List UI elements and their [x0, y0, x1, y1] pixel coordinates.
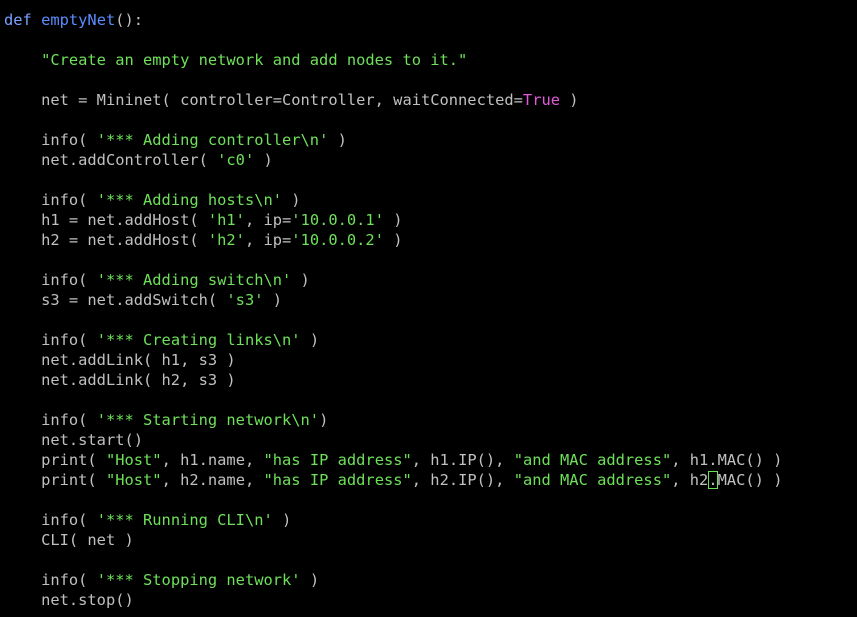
code-text: h2 = net.addHost( [41, 231, 208, 249]
docstring: "Create an empty network and add nodes t… [41, 51, 468, 69]
string-literal: "and MAC address" [513, 451, 672, 469]
text-cursor[interactable]: . [708, 471, 718, 489]
code-text: print( [41, 451, 106, 469]
code-text: info( [41, 131, 97, 149]
code-text: info( [41, 271, 97, 289]
code-text: info( [41, 331, 97, 349]
string-literal: '*** Adding switch\n' [96, 271, 292, 289]
code-text: ) [272, 511, 292, 529]
code-line-add-controller: net.addController( 'c0' ) [4, 150, 273, 170]
code-text: , h2.name, [161, 471, 264, 489]
code-text: h1 = net.addHost( [41, 211, 208, 229]
code-line-add-link-h1: net.addLink( h1, s3 ) [4, 350, 236, 370]
code-text: ) [291, 271, 310, 289]
code-text: net.addLink( h1, s3 ) [41, 351, 236, 369]
code-text: MAC() ) [717, 471, 783, 489]
code-text: ) [263, 291, 283, 309]
code-text: print( [41, 471, 106, 489]
code-text: , ip= [244, 211, 292, 229]
code-line-info-starting: info( '*** Starting network\n') [4, 410, 328, 430]
code-line-info-stopping: info( '*** Stopping network' ) [4, 570, 319, 590]
code-text: s3 = net.addSwitch( [41, 291, 227, 309]
code-line-docstring: "Create an empty network and add nodes t… [4, 50, 467, 70]
code-line-print-h2: print( "Host", h2.name, "has IP address"… [4, 470, 782, 490]
code-line-add-link-h2: net.addLink( h2, s3 ) [4, 370, 236, 390]
code-text: info( [41, 191, 97, 209]
code-text: ) [319, 411, 329, 429]
code-line-def: def emptyNet(): [4, 10, 143, 30]
code-text: ) [383, 231, 403, 249]
code-text: net.addController( [41, 151, 218, 169]
code-text: ) [300, 571, 320, 589]
string-literal: '*** Adding hosts\n' [96, 191, 283, 209]
code-text: (): [115, 11, 144, 29]
code-text: ) [560, 91, 579, 109]
code-text: ) [254, 151, 273, 169]
string-literal: '*** Stopping network' [96, 571, 301, 589]
code-line-net-start: net.start() [4, 430, 143, 450]
code-line-info-switch: info( '*** Adding switch\n' ) [4, 270, 310, 290]
string-literal: '10.0.0.1' [291, 211, 384, 229]
code-text: , h1.MAC() ) [671, 451, 783, 469]
code-line-cli: CLI( net ) [4, 530, 134, 550]
string-literal: 'h2' [207, 231, 245, 249]
code-line-info-controller: info( '*** Adding controller\n' ) [4, 130, 347, 150]
keyword: def [4, 11, 32, 29]
code-line-add-host-h2: h2 = net.addHost( 'h2', ip='10.0.0.2' ) [4, 230, 403, 250]
code-text: info( [41, 411, 97, 429]
string-literal: '10.0.0.2' [291, 231, 384, 249]
code-line-print-h1: print( "Host", h1.name, "has IP address"… [4, 450, 782, 470]
code-text: , ip= [244, 231, 292, 249]
code-line-info-cli: info( '*** Running CLI\n' ) [4, 510, 291, 530]
code-text: ) [282, 191, 301, 209]
string-literal: "and MAC address" [513, 471, 672, 489]
function-name: emptyNet [41, 11, 116, 29]
code-text: info( [41, 571, 97, 589]
code-line-add-switch: s3 = net.addSwitch( 's3' ) [4, 290, 282, 310]
string-literal: '*** Creating links\n' [96, 331, 301, 349]
code-text: ) [383, 211, 403, 229]
code-line-mininet: net = Mininet( controller=Controller, wa… [4, 90, 579, 110]
string-literal: "has IP address" [263, 471, 412, 489]
string-literal: '*** Running CLI\n' [96, 511, 273, 529]
string-literal: 'c0' [217, 151, 255, 169]
code-line-info-hosts: info( '*** Adding hosts\n' ) [4, 190, 301, 210]
code-text: net.stop() [41, 591, 134, 609]
code-text: , h2 [671, 471, 709, 489]
code-text: CLI( net ) [41, 531, 134, 549]
string-literal: "Host" [105, 451, 162, 469]
code-text: info( [41, 511, 97, 529]
code-line-net-stop: net.stop() [4, 590, 134, 610]
code-editor[interactable]: def emptyNet(): "Create an empty network… [0, 0, 857, 617]
code-text: ) [300, 331, 320, 349]
string-literal: '*** Adding controller\n' [96, 131, 329, 149]
code-text: , h1.IP(), [411, 451, 514, 469]
code-line-info-links: info( '*** Creating links\n' ) [4, 330, 319, 350]
string-literal: "Host" [105, 471, 162, 489]
string-literal: '*** Starting network\n' [96, 411, 320, 429]
constant-true: True [522, 91, 560, 109]
code-text: net.addLink( h2, s3 ) [41, 371, 236, 389]
code-text: net.start() [41, 431, 144, 449]
code-text: ) [328, 131, 347, 149]
string-literal: 's3' [226, 291, 264, 309]
code-text: , h2.IP(), [411, 471, 514, 489]
string-literal: "has IP address" [263, 451, 412, 469]
code-line-add-host-h1: h1 = net.addHost( 'h1', ip='10.0.0.1' ) [4, 210, 403, 230]
code-text: net = Mininet( controller=Controller, wa… [41, 91, 523, 109]
code-text: , h1.name, [161, 451, 264, 469]
string-literal: 'h1' [207, 211, 245, 229]
